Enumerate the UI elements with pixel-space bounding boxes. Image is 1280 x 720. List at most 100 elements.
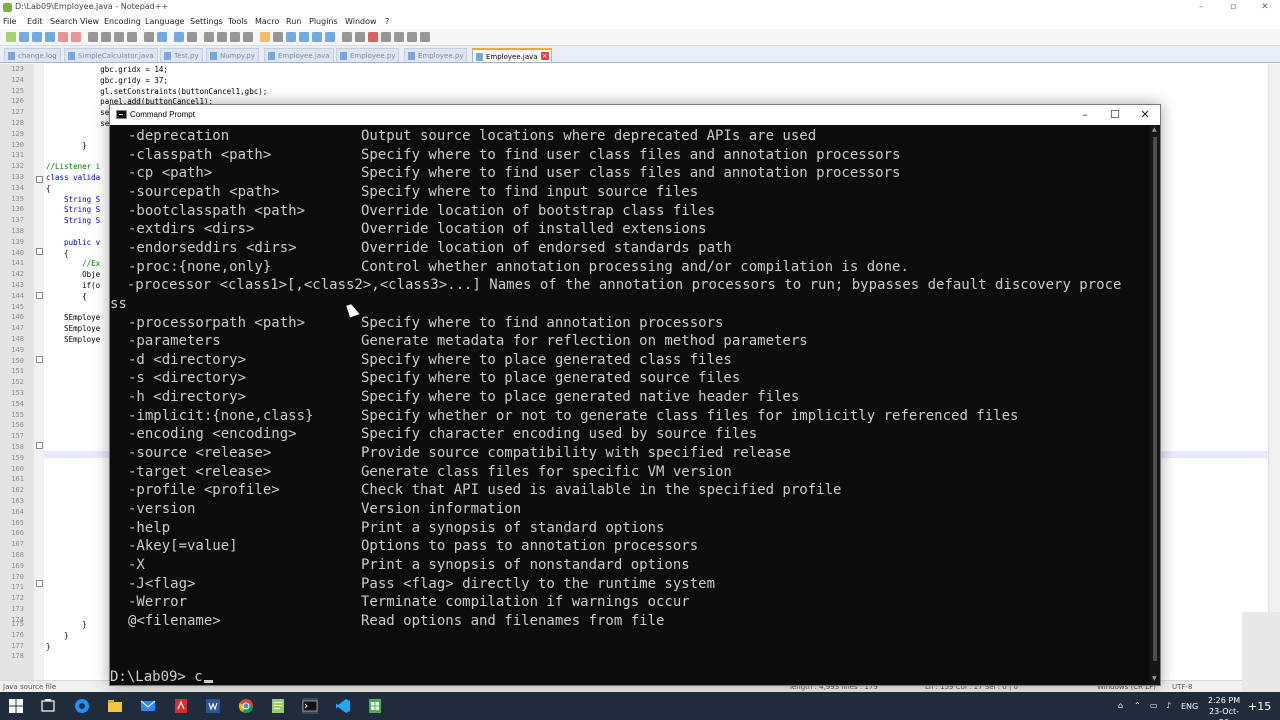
run-macro-icon[interactable] <box>407 32 417 42</box>
redo-icon[interactable] <box>157 32 167 42</box>
open-file-icon[interactable] <box>19 32 29 42</box>
fold-toggle-icon[interactable] <box>36 356 43 363</box>
spreadsheet-icon[interactable] <box>367 698 383 714</box>
menu-item[interactable]: ? <box>385 17 389 26</box>
windows-start-icon[interactable] <box>8 698 24 714</box>
menu-item[interactable]: View <box>80 17 99 26</box>
record-macro-icon[interactable] <box>368 32 378 42</box>
code-line[interactable]: String S <box>46 216 100 225</box>
npp-maximize-button[interactable]: ▫ <box>1218 0 1248 15</box>
code-line[interactable]: Obje <box>46 270 100 279</box>
code-line[interactable]: String S <box>46 195 100 204</box>
menu-item[interactable]: Macro <box>255 17 279 26</box>
code-line[interactable]: public v <box>46 238 100 247</box>
mail-icon[interactable] <box>140 698 156 714</box>
fold-toggle-icon[interactable] <box>36 442 43 449</box>
code-line[interactable]: SEmploye <box>46 313 100 322</box>
code-line[interactable]: SEmploye <box>46 324 100 333</box>
wrap-icon[interactable] <box>260 32 270 42</box>
fold-toggle-icon[interactable] <box>36 580 43 587</box>
editor-tab[interactable]: Employee.java <box>264 48 334 62</box>
print-icon[interactable] <box>88 32 98 42</box>
cmd-minimize-button[interactable]: – <box>1070 105 1100 125</box>
editor-tab[interactable]: Employee.java × <box>472 48 552 62</box>
task-view-icon[interactable] <box>40 698 56 714</box>
code-line[interactable]: //Ex <box>46 259 100 268</box>
cmd-maximize-button[interactable]: ☐ <box>1100 105 1130 125</box>
word-icon[interactable] <box>205 698 221 714</box>
menu-item[interactable]: Tools <box>228 17 248 26</box>
code-line[interactable]: gbc.gridx = 14; <box>46 65 168 74</box>
npp-close-button[interactable]: ✕ <box>1250 0 1280 15</box>
notification-badge[interactable]: +15 <box>1248 700 1271 713</box>
code-line[interactable]: //Listener i <box>46 162 100 171</box>
fold-toggle-icon[interactable] <box>36 176 43 183</box>
close-icon[interactable] <box>58 32 68 42</box>
save-all-icon[interactable] <box>45 32 55 42</box>
save-macro-icon[interactable] <box>420 32 430 42</box>
scroll-thumb[interactable] <box>1153 137 1157 661</box>
editor-tab[interactable]: SimpleCalculator.java <box>64 48 158 62</box>
code-line[interactable]: gbc.gridy = 37; <box>46 76 168 85</box>
code-line[interactable]: } <box>46 141 87 150</box>
code-line[interactable]: gl.setConstraints(buttonCancel1,gbc); <box>46 87 267 96</box>
menu-item[interactable]: Settings <box>190 17 223 26</box>
vscode-icon[interactable] <box>335 698 351 714</box>
code-line[interactable]: setV <box>46 119 118 128</box>
menu-item[interactable]: Plugins <box>309 17 338 26</box>
code-line[interactable]: { <box>46 249 69 258</box>
scroll-down-arrow-icon[interactable]: ▼ <box>1152 675 1157 682</box>
new-file-icon[interactable] <box>6 32 16 42</box>
find-icon[interactable] <box>174 32 184 42</box>
stop-macro-icon[interactable] <box>381 32 391 42</box>
editor-tab[interactable]: Employee.py <box>336 48 400 62</box>
zoom-in-icon[interactable] <box>204 32 214 42</box>
menu-item[interactable]: Language <box>145 17 184 26</box>
doc-map-icon[interactable] <box>312 32 322 42</box>
editor-tab[interactable]: Numpy.py <box>206 48 259 62</box>
sync-h-icon[interactable] <box>243 32 253 42</box>
copy-icon[interactable] <box>114 32 124 42</box>
notepadpp-taskbar-icon[interactable] <box>270 698 286 714</box>
console-prompt[interactable]: D:\Lab09> c <box>110 668 213 685</box>
all-chars-icon[interactable] <box>273 32 283 42</box>
editor-tab[interactable]: change.log <box>4 48 61 62</box>
npp-minimize-button[interactable]: – <box>1186 0 1216 15</box>
sync-v-icon[interactable] <box>230 32 240 42</box>
close-all-icon[interactable] <box>71 32 81 42</box>
code-line[interactable]: } <box>46 631 69 640</box>
menu-item[interactable]: Run <box>286 17 301 26</box>
menu-item[interactable]: File <box>3 17 16 26</box>
menu-item[interactable]: Window <box>345 17 377 26</box>
code-line[interactable]: if(o <box>46 281 100 290</box>
tray-network-icon[interactable]: ▭ <box>1150 702 1158 710</box>
fold-toggle-icon[interactable] <box>36 292 43 299</box>
code-line[interactable]: { <box>46 292 87 301</box>
save-icon[interactable] <box>32 32 42 42</box>
editor-tab[interactable]: Test.py <box>160 48 203 62</box>
udl-icon[interactable] <box>299 32 309 42</box>
menu-item[interactable]: Edit <box>27 17 43 26</box>
play-macro-icon[interactable] <box>394 32 404 42</box>
monitor-icon[interactable] <box>355 32 365 42</box>
command-prompt-window[interactable]: Command Prompt – ☐ ✕ -deprecation Output … <box>109 104 1161 686</box>
scroll-up-arrow-icon[interactable]: ▲ <box>1152 126 1157 133</box>
file-explorer-icon[interactable] <box>107 698 123 714</box>
cmd-titlebar[interactable]: Command Prompt – ☐ ✕ <box>110 105 1160 125</box>
cmd-taskbar-icon[interactable] <box>302 698 318 714</box>
code-line[interactable]: } <box>46 620 87 629</box>
menu-item[interactable]: Encoding <box>104 17 141 26</box>
chrome-icon[interactable] <box>238 698 254 714</box>
folder-workspace-icon[interactable] <box>342 32 352 42</box>
tray-volume-icon[interactable]: ♪ <box>1166 702 1174 710</box>
paste-icon[interactable] <box>127 32 137 42</box>
undo-icon[interactable] <box>144 32 154 42</box>
tab-close-icon[interactable]: × <box>540 52 549 60</box>
code-line[interactable]: SEmploye <box>46 335 100 344</box>
pdf-reader-icon[interactable] <box>173 698 189 714</box>
menu-item[interactable]: Search <box>50 17 77 26</box>
function-list-icon[interactable] <box>325 32 335 42</box>
npp-vertical-scrollbar[interactable] <box>1268 64 1280 680</box>
fold-toggle-icon[interactable] <box>36 248 43 255</box>
cmd-close-button[interactable]: ✕ <box>1130 105 1160 125</box>
